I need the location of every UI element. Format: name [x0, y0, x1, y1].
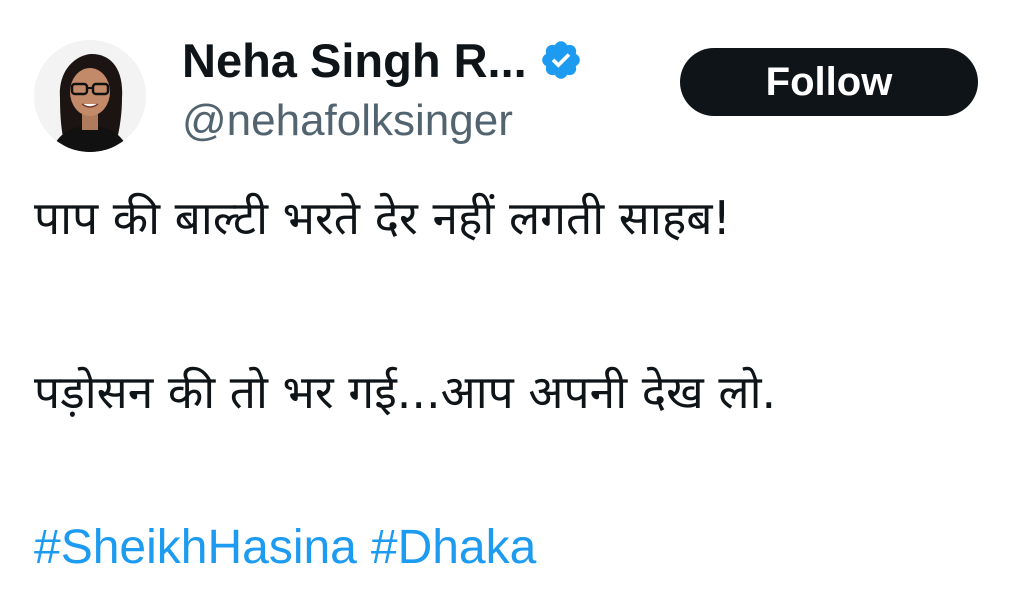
hashtag-row: #SheikhHasina #Dhaka — [34, 520, 536, 575]
hashtag-link[interactable]: #Dhaka — [371, 521, 536, 574]
hashtag-link[interactable]: #SheikhHasina — [34, 521, 357, 574]
avatar-image — [34, 40, 146, 152]
avatar[interactable] — [34, 40, 146, 152]
author-display-name[interactable]: Neha Singh R... — [182, 33, 527, 88]
author-handle[interactable]: @nehafolksinger — [182, 96, 513, 146]
tweet-text-line-2: पड़ोसन की तो भर गई...आप अपनी देख लो. — [34, 365, 777, 419]
tweet-card: Neha Singh R... @nehafolksinger Follow प… — [0, 0, 1017, 613]
verified-badge-icon[interactable] — [539, 38, 583, 82]
tweet-text-line-1: पाप की बाल्टी भरते देर नहीं लगती साहब! — [34, 191, 731, 245]
author-name-row: Neha Singh R... — [182, 30, 583, 90]
follow-button[interactable]: Follow — [680, 48, 978, 116]
